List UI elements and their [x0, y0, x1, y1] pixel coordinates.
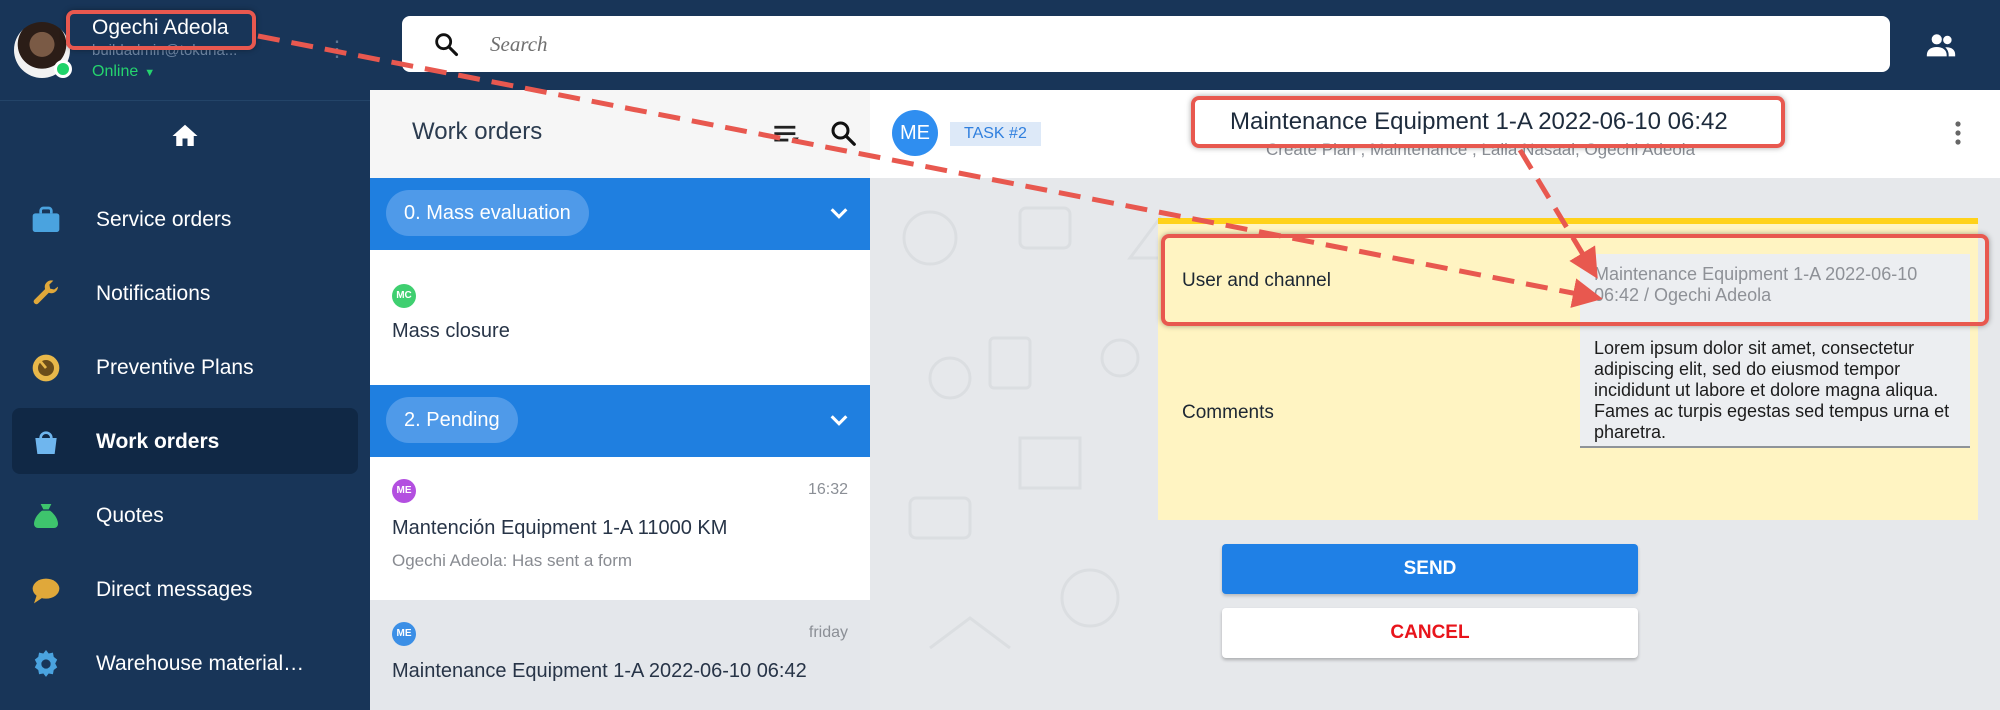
status-label: Online [92, 63, 139, 80]
sidebar-item-direct-messages[interactable]: Direct messages [12, 556, 358, 622]
list-item[interactable]: MC Mass closure [370, 250, 870, 375]
briefcase-icon [32, 206, 60, 232]
chat-bubble-icon [32, 578, 60, 604]
more-vertical-icon[interactable] [1954, 120, 1962, 146]
status-selector[interactable]: Online ▼ [92, 63, 155, 81]
search-input[interactable] [490, 26, 1870, 62]
item-avatar: ME [392, 622, 416, 646]
send-button[interactable]: SEND [1222, 544, 1638, 594]
sidebar-item-work-orders[interactable]: Work orders [12, 408, 358, 474]
wrench-icon [33, 280, 58, 305]
item-avatar: MC [392, 284, 416, 308]
annotation-box [66, 10, 256, 50]
item-time: friday [808, 624, 848, 641]
sidebar-item-label: Notifications [96, 282, 211, 305]
group-header[interactable]: 0. Mass evaluation [370, 178, 870, 250]
cancel-button[interactable]: CANCEL [1222, 608, 1638, 658]
item-subtitle: Ogechi Adeola: Has sent a form [392, 551, 633, 570]
task-badge: TASK #2 [950, 122, 1041, 146]
search-bar [402, 16, 1890, 72]
sidebar-item-label: Work orders [96, 430, 220, 453]
item-time: 16:32 [807, 481, 848, 498]
sidebar-item-notifications[interactable]: Notifications [12, 260, 358, 326]
online-status-dot [54, 60, 72, 78]
work-orders-header: Work orders [370, 90, 870, 178]
group-chip: 2. Pending [386, 397, 518, 443]
chevron-down-icon[interactable] [828, 409, 850, 431]
sidebar: Service orders Notifications Preventive … [0, 90, 370, 710]
gauge-icon [32, 354, 60, 382]
conversation-panel: ME TASK #2 Maintenance Equipment 1-A 202… [870, 90, 2000, 710]
sidebar-item-label: Direct messages [96, 578, 253, 601]
group-header[interactable]: 2. Pending [370, 385, 870, 457]
gear-icon [34, 650, 58, 677]
item-avatar: ME [392, 479, 416, 503]
filter-list-icon[interactable] [772, 120, 800, 148]
contacts-icon[interactable] [1924, 28, 1958, 62]
search-icon[interactable] [828, 118, 858, 148]
more-vertical-icon[interactable]: ⋮ [326, 36, 348, 62]
bag-icon [35, 431, 57, 454]
sidebar-item-label: Preventive Plans [96, 356, 254, 379]
item-title: Maintenance Equipment 1-A 2022-06-10 06:… [392, 660, 807, 682]
task-avatar[interactable]: ME [892, 110, 938, 156]
sidebar-item-quotes[interactable]: Quotes [12, 482, 358, 548]
top-bar: Ogechi Adeola buildadmin@tokuna... Onlin… [0, 0, 2000, 90]
sidebar-item-warehouse[interactable]: Warehouse material… [12, 630, 358, 696]
caret-down-icon: ▼ [144, 67, 156, 79]
search-icon [435, 33, 459, 57]
annotation-box [1161, 234, 1989, 326]
item-title: Mantención Equipment 1-A 11000 KM [392, 517, 728, 539]
sidebar-item-service-orders[interactable]: Service orders [12, 186, 358, 252]
comments-label: Comments [1182, 402, 1274, 423]
home-icon [172, 124, 198, 146]
home-row[interactable] [0, 100, 370, 164]
sidebar-item-label: Warehouse material… [96, 652, 305, 675]
group-chip: 0. Mass evaluation [386, 190, 589, 236]
item-title: Mass closure [392, 320, 510, 342]
list-title: Work orders [412, 118, 543, 145]
annotation-box [1191, 96, 1785, 148]
sidebar-item-label: Service orders [96, 208, 232, 231]
list-item[interactable]: ME 16:32 Mantención Equipment 1-A 11000 … [370, 457, 870, 589]
money-bag-icon [34, 504, 58, 528]
work-orders-list: Work orders 0. Mass evaluation MC Mass c… [370, 90, 870, 710]
chevron-down-icon[interactable] [828, 202, 850, 224]
comments-field[interactable]: Lorem ipsum dolor sit amet, consectetur … [1580, 324, 1970, 448]
sidebar-item-label: Quotes [96, 504, 164, 527]
list-item[interactable]: ME friday Maintenance Equipment 1-A 2022… [370, 600, 870, 710]
sidebar-item-preventive-plans[interactable]: Preventive Plans [12, 334, 358, 400]
